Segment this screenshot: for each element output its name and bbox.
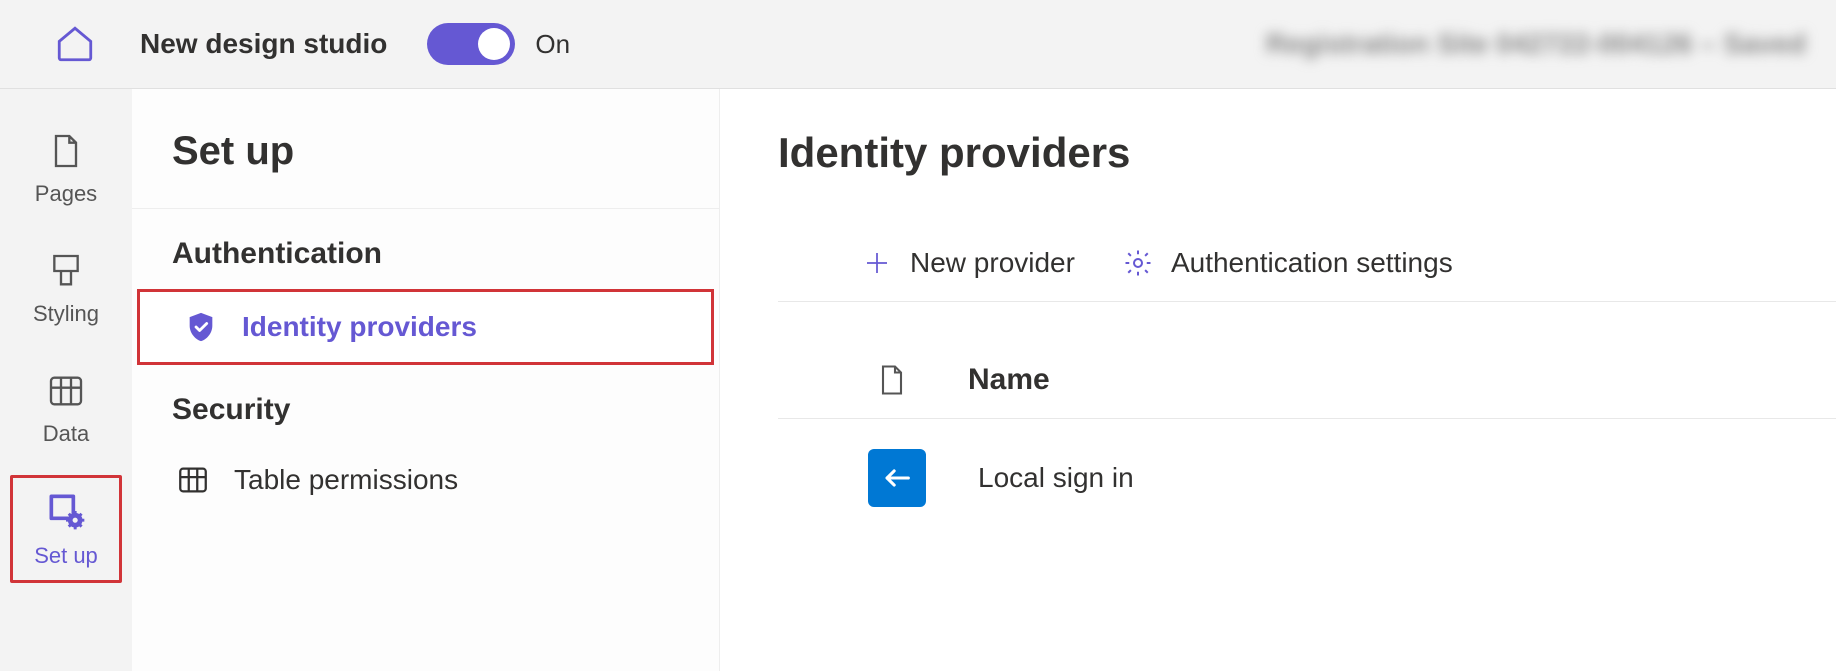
pages-icon (46, 131, 86, 171)
rail-label: Styling (33, 301, 99, 327)
rail-item-setup[interactable]: Set up (10, 475, 122, 583)
menu-item-table-permissions[interactable]: Table permissions (132, 445, 719, 515)
provider-name: Local sign in (978, 462, 1134, 494)
nav-rail: Pages Styling Data (0, 89, 132, 671)
new-provider-button[interactable]: New provider (862, 247, 1075, 279)
setup-panel: Set up Authentication Identity providers… (132, 89, 720, 671)
rail-item-styling[interactable]: Styling (10, 235, 122, 343)
toggle-thumb (478, 28, 510, 60)
main-layout: Pages Styling Data (0, 89, 1836, 671)
design-studio-label: New design studio (140, 28, 387, 60)
file-icon (874, 362, 910, 398)
topbar: New design studio On Registration Site 0… (0, 0, 1836, 89)
menu-item-label: Identity providers (242, 311, 477, 343)
table-icon (176, 463, 210, 497)
menu-item-label: Table permissions (234, 464, 458, 496)
content-panel: Identity providers New provider Authen (720, 89, 1836, 671)
column-name-header[interactable]: Name (968, 363, 1050, 397)
home-icon (54, 23, 96, 65)
home-button[interactable] (30, 23, 120, 65)
toggle-state-label: On (535, 29, 570, 60)
table-header-row: Name (778, 302, 1836, 419)
rail-label: Pages (35, 181, 97, 207)
rail-label: Set up (34, 543, 98, 569)
design-studio-toggle[interactable] (427, 23, 515, 65)
content-toolbar: New provider Authentication settings (778, 225, 1836, 302)
setup-icon (44, 489, 88, 533)
new-provider-label: New provider (910, 247, 1075, 279)
section-security-header: Security (132, 365, 719, 445)
auth-settings-label: Authentication settings (1171, 247, 1453, 279)
setup-panel-title: Set up (132, 89, 719, 209)
table-row[interactable]: Local sign in (778, 419, 1836, 527)
section-authentication-header: Authentication (132, 209, 719, 289)
auth-settings-button[interactable]: Authentication settings (1123, 247, 1453, 279)
plus-icon (862, 248, 892, 278)
shield-check-icon (184, 310, 218, 344)
gear-icon (1123, 248, 1153, 278)
rail-label: Data (43, 421, 89, 447)
local-signin-icon (868, 449, 926, 507)
rail-item-data[interactable]: Data (10, 355, 122, 463)
data-icon (46, 371, 86, 411)
styling-icon (46, 251, 86, 291)
site-status-label: Registration Site 042722-004126 – Saved (1266, 28, 1806, 60)
page-title: Identity providers (778, 129, 1836, 177)
rail-item-pages[interactable]: Pages (10, 115, 122, 223)
menu-item-identity-providers[interactable]: Identity providers (137, 289, 714, 365)
design-studio-toggle-wrap: On (427, 23, 570, 65)
